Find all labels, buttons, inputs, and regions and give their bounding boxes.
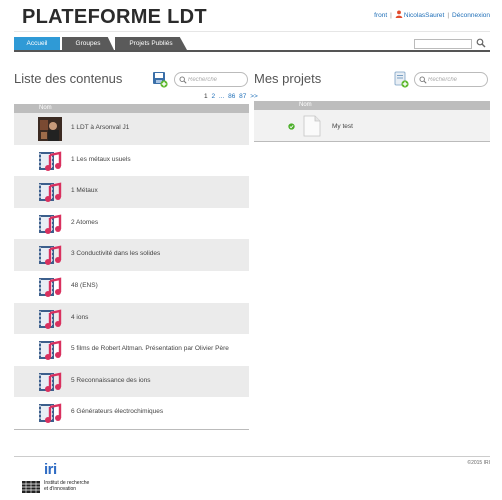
page-link[interactable]: 86 <box>228 93 235 100</box>
content-label[interactable]: 48 (ENS) <box>71 282 98 289</box>
content-label[interactable]: 6 Générateurs électrochimiques <box>71 408 163 415</box>
content-row[interactable]: 5 films de Robert Altman. Présentation p… <box>14 334 249 366</box>
page-link[interactable]: 2 <box>211 93 215 100</box>
project-label[interactable]: My test <box>332 123 353 130</box>
content-row[interactable]: 4 ions <box>14 302 249 335</box>
content-row[interactable]: 5 Reconnaissance des ions <box>14 365 249 398</box>
logo-caption-line: et d'innovation <box>44 486 77 492</box>
media-film-icon <box>39 182 62 203</box>
logo-stripes-icon <box>22 481 40 493</box>
content-label[interactable]: 1 Métaux <box>71 187 98 194</box>
list-bottom-border <box>14 428 249 430</box>
content-row[interactable]: 3 Conductivité dans les solides <box>14 239 249 271</box>
document-icon <box>303 115 321 137</box>
projects-search[interactable] <box>414 72 488 87</box>
media-film-icon <box>39 151 62 171</box>
iri-logo: iri Institut de recherche et d'innovatio… <box>22 461 102 495</box>
projects-title: Mes projets <box>254 71 322 86</box>
media-film-icon <box>39 214 62 234</box>
add-project-icon[interactable] <box>393 71 409 88</box>
content-label[interactable]: 1 LDT à Arsonval J1 <box>71 124 129 131</box>
search-icon <box>179 76 187 84</box>
column-header-nom: Nom <box>14 104 249 113</box>
search-icon <box>419 76 427 84</box>
page-ellipsis: ... <box>218 93 225 100</box>
content-label[interactable]: 4 ions <box>71 314 88 321</box>
content-label[interactable]: 5 Reconnaissance des ions <box>71 377 151 384</box>
media-film-icon <box>39 245 62 266</box>
content-label[interactable]: 5 films de Robert Altman. Présentation p… <box>71 345 229 352</box>
global-search-input[interactable] <box>414 39 472 49</box>
projects-list: Nom My test <box>254 101 490 142</box>
content-label[interactable]: 3 Conductivité dans les solides <box>71 250 160 257</box>
site-header: PLATEFORME LDT front | NicolasSauret | Décon… <box>14 4 490 32</box>
search-icon[interactable] <box>476 38 486 48</box>
logout-link[interactable]: Déconnexion <box>452 12 490 19</box>
main-tabs: Accueil Groupes Projets Publiés <box>14 37 490 52</box>
project-row[interactable]: My test <box>254 110 490 142</box>
content-row[interactable]: 1 Les métaux usuels <box>14 145 249 177</box>
photo-thumbnail <box>38 117 62 141</box>
logo-caption: Institut de recherche et d'innovation <box>44 480 89 492</box>
front-link[interactable]: front <box>374 12 387 19</box>
column-header-nom: Nom <box>254 101 490 110</box>
content-row[interactable]: 6 Générateurs électrochimiques <box>14 397 249 429</box>
media-film-icon <box>39 277 62 297</box>
site-title: PLATEFORME LDT <box>22 6 207 28</box>
content-row[interactable]: 1 LDT à Arsonval J1 <box>14 113 249 145</box>
user-icon <box>395 10 403 18</box>
check-icon <box>288 123 295 130</box>
top-links: front | NicolasSauret | Déconnexion <box>374 10 490 19</box>
contents-search-input[interactable] <box>188 75 244 84</box>
add-content-icon[interactable] <box>152 71 168 88</box>
media-film-icon <box>39 403 62 424</box>
tab-groupes[interactable]: Groupes <box>62 37 114 50</box>
logo-wordmark: iri <box>44 461 57 478</box>
media-film-icon <box>39 340 62 361</box>
contents-list: Nom 1 LDT à Arsonval J1 1 Les métaux usue… <box>14 104 249 430</box>
projects-search-input[interactable] <box>428 75 484 84</box>
tab-accueil[interactable]: Accueil <box>14 37 60 50</box>
footer-divider <box>14 456 490 457</box>
page-link[interactable]: 1 <box>204 93 208 100</box>
content-label[interactable]: 2 Atomes <box>71 219 98 226</box>
next-page-link[interactable]: >> <box>250 93 258 100</box>
media-film-icon <box>39 372 62 392</box>
content-row[interactable]: 1 Métaux <box>14 176 249 208</box>
tab-projets-publies[interactable]: Projets Publiés <box>115 37 187 50</box>
pagination: 1 2 ... 86 87 >> <box>204 93 260 100</box>
content-row[interactable]: 2 Atomes <box>14 208 249 240</box>
contents-search[interactable] <box>174 72 248 87</box>
user-link[interactable]: NicolasSauret <box>404 12 444 19</box>
content-label[interactable]: 1 Les métaux usuels <box>71 156 131 163</box>
contents-title: Liste des contenus <box>14 71 123 86</box>
page-link[interactable]: 87 <box>239 93 246 100</box>
copyright: ©2015 IRI <box>467 460 490 466</box>
content-row[interactable]: 48 (ENS) <box>14 271 249 303</box>
media-film-icon <box>39 309 62 329</box>
